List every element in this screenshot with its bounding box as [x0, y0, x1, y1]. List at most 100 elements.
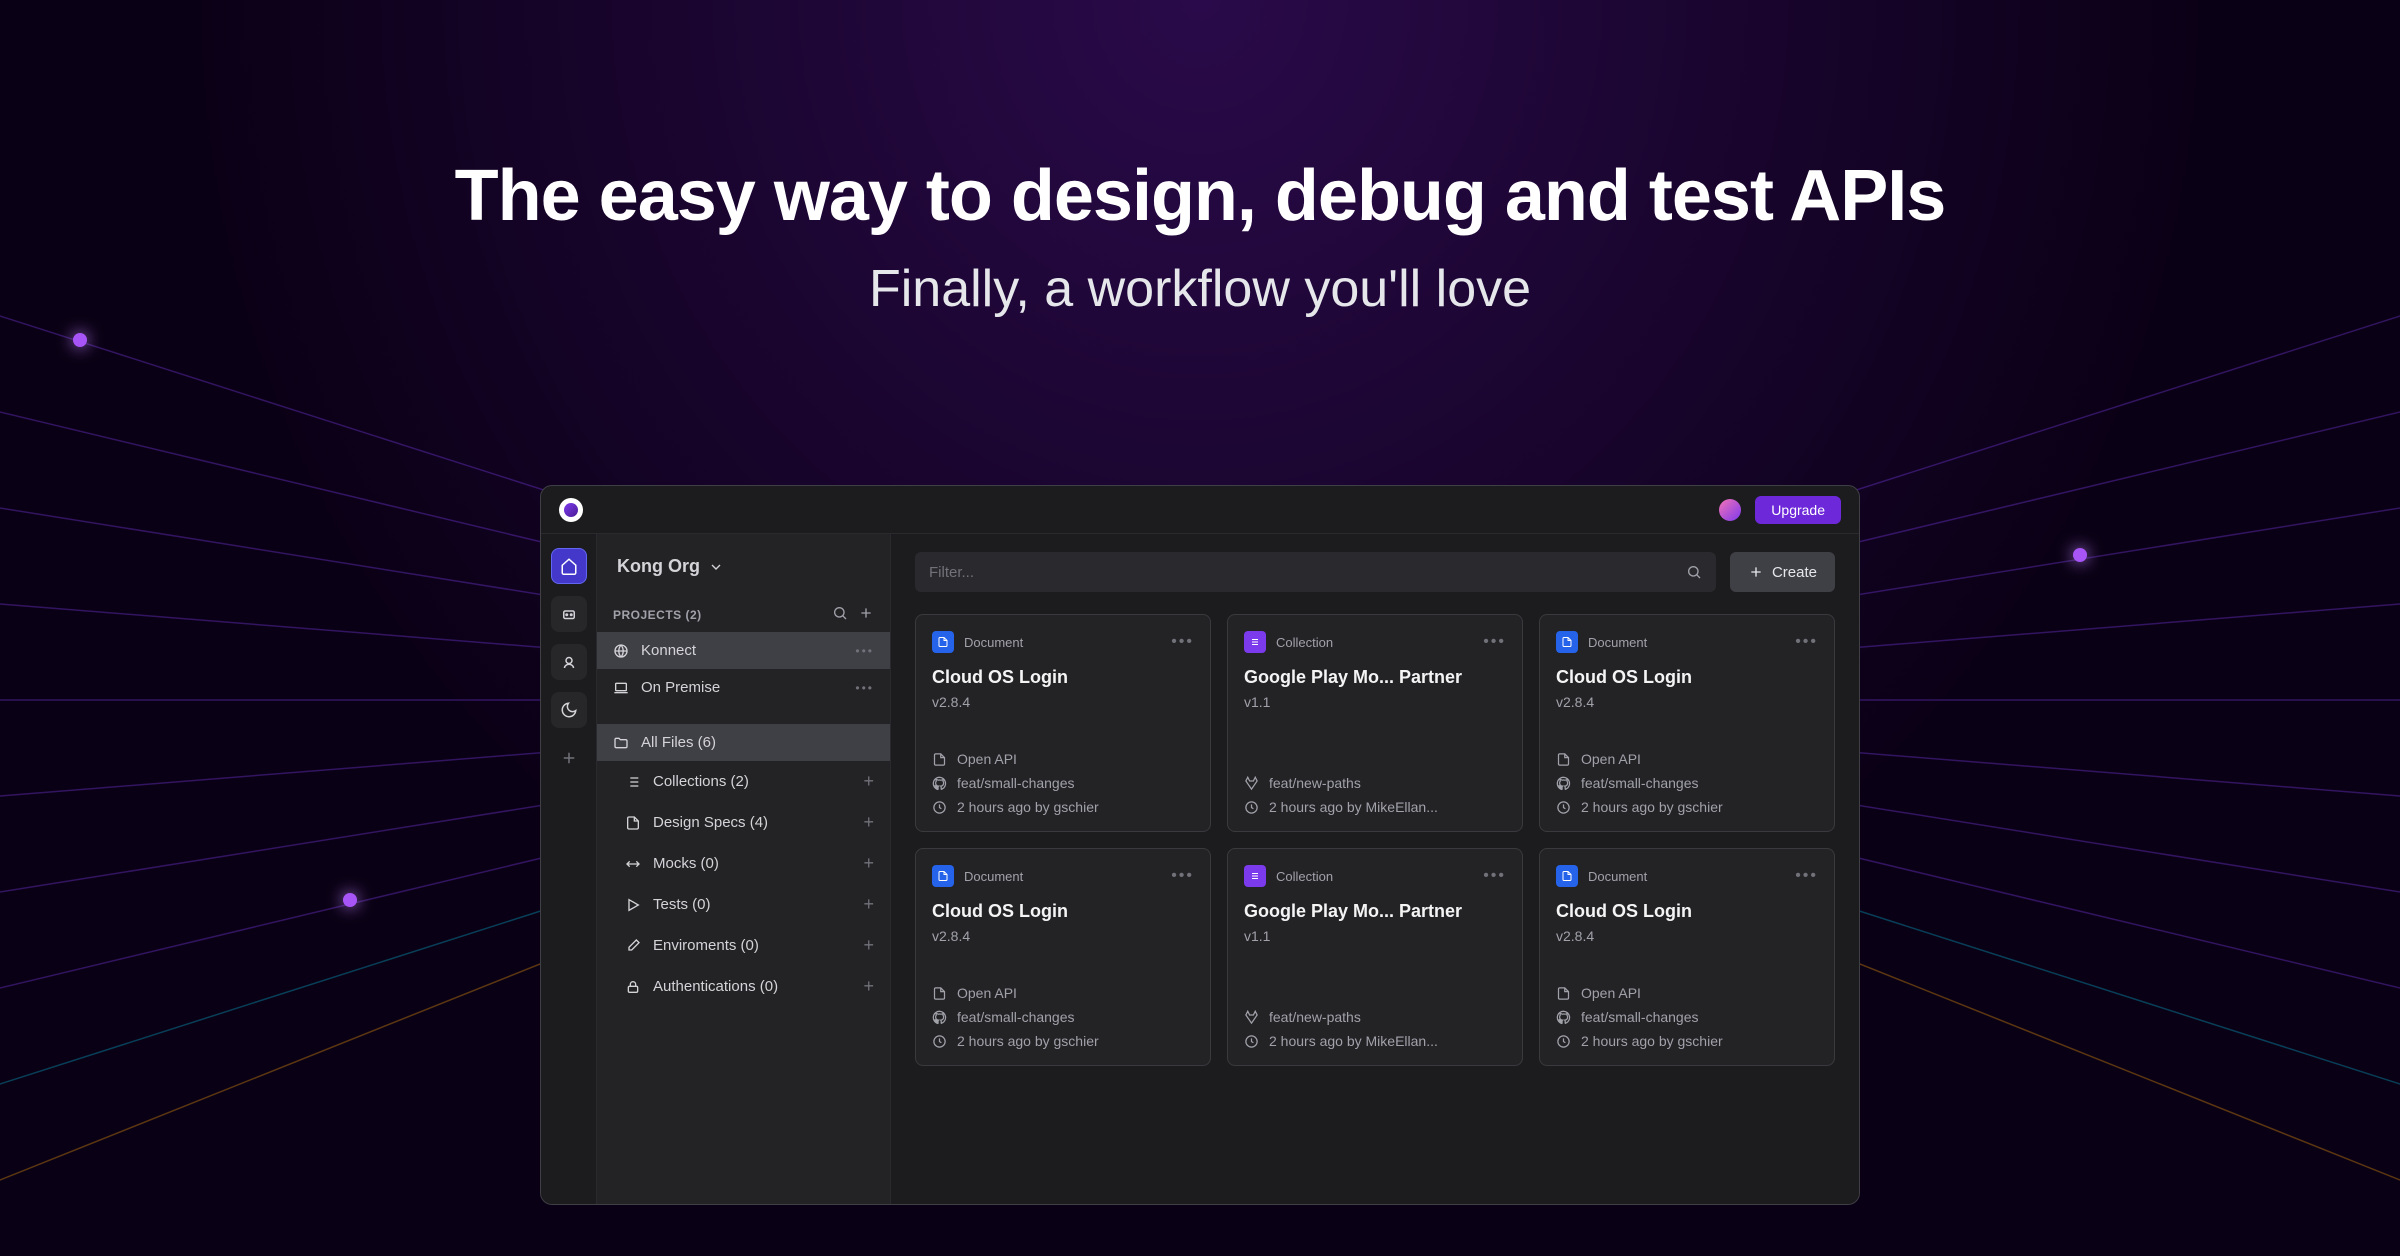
file-icon [932, 752, 947, 767]
file-icon [932, 986, 947, 1001]
github-icon [1556, 1010, 1571, 1025]
card-api-row: Open API [1556, 985, 1818, 1001]
section-label: Enviroments (0) [653, 937, 759, 954]
filter-input[interactable] [929, 564, 1686, 581]
card-api-row: Open API [1556, 751, 1818, 767]
document-icon [932, 631, 954, 653]
main-content: Create Document ••• Cloud OS Login v2.8.… [891, 534, 1859, 1204]
sidebar-project-item[interactable]: On Premise ••• [597, 669, 890, 706]
edit-icon [625, 938, 641, 954]
clock-icon [1556, 800, 1571, 815]
hero-subtitle: Finally, a workflow you'll love [0, 259, 2400, 319]
search-icon [832, 605, 848, 621]
projects-search[interactable] [832, 605, 848, 624]
file-card[interactable]: Document ••• Cloud OS Login v2.8.4 Open … [915, 614, 1211, 832]
card-menu[interactable]: ••• [1483, 633, 1506, 651]
upgrade-button[interactable]: Upgrade [1755, 496, 1841, 524]
section-add[interactable]: + [863, 976, 874, 997]
rail-workspace[interactable] [551, 644, 587, 680]
section-label: Collections (2) [653, 773, 749, 790]
file-card[interactable]: Document ••• Cloud OS Login v2.8.4 Open … [915, 848, 1211, 1066]
file-icon [625, 815, 641, 831]
section-add[interactable]: + [863, 935, 874, 956]
card-grid: Document ••• Cloud OS Login v2.8.4 Open … [915, 614, 1835, 1066]
card-time-row: 2 hours ago by gschier [932, 1033, 1194, 1049]
rail-theme[interactable] [551, 692, 587, 728]
card-time-row: 2 hours ago by gschier [1556, 799, 1818, 815]
sidebar: Kong Org PROJECTS (2) Konnect•••On Premi… [597, 534, 891, 1204]
github-icon [932, 776, 947, 791]
section-label: Tests (0) [653, 896, 711, 913]
github-icon [932, 1010, 947, 1025]
rail-bot[interactable] [551, 596, 587, 632]
chevron-down-icon [708, 559, 724, 575]
file-card[interactable]: Document ••• Cloud OS Login v2.8.4 Open … [1539, 614, 1835, 832]
projects-add[interactable] [858, 605, 874, 624]
collection-icon [1244, 631, 1266, 653]
sidebar-section-item[interactable]: Enviroments (0) + [597, 925, 890, 966]
card-time-row: 2 hours ago by gschier [1556, 1033, 1818, 1049]
card-menu[interactable]: ••• [1795, 867, 1818, 885]
card-version: v2.8.4 [1556, 928, 1818, 944]
project-menu[interactable]: ••• [855, 681, 874, 695]
org-switcher[interactable]: Kong Org [597, 550, 890, 597]
section-label: Authentications (0) [653, 978, 778, 995]
section-add[interactable]: + [863, 894, 874, 915]
rail-add[interactable] [551, 740, 587, 776]
github-icon [1556, 776, 1571, 791]
hero-title: The easy way to design, debug and test A… [0, 155, 2400, 237]
project-name: On Premise [641, 679, 720, 696]
card-version: v2.8.4 [932, 694, 1194, 710]
project-menu[interactable]: ••• [855, 644, 874, 658]
sidebar-project-item[interactable]: Konnect••• [597, 632, 890, 669]
card-title: Cloud OS Login [1556, 667, 1818, 688]
sidebar-section-item[interactable]: Design Specs (4) + [597, 802, 890, 843]
card-time-row: 2 hours ago by MikeEllan... [1244, 799, 1506, 815]
rail-home[interactable] [551, 548, 587, 584]
create-button[interactable]: Create [1730, 552, 1835, 592]
sidebar-all-files[interactable]: All Files (6) [597, 724, 890, 761]
content-toolbar: Create [915, 552, 1835, 592]
card-branch-row: feat/small-changes [1556, 1009, 1818, 1025]
plus-icon [858, 605, 874, 621]
card-branch-row: feat/small-changes [932, 1009, 1194, 1025]
card-branch-row: feat/small-changes [1556, 775, 1818, 791]
section-label: Mocks (0) [653, 855, 719, 872]
file-card[interactable]: Collection ••• Google Play Mo... Partner… [1227, 614, 1523, 832]
card-type-label: Document [964, 869, 1023, 884]
plus-icon [1748, 564, 1764, 580]
card-menu[interactable]: ••• [1171, 867, 1194, 885]
avatar[interactable] [1719, 499, 1741, 521]
section-label: Design Specs (4) [653, 814, 768, 831]
card-menu[interactable]: ••• [1171, 633, 1194, 651]
sidebar-section-item[interactable]: Collections (2) + [597, 761, 890, 802]
clock-icon [1244, 800, 1259, 815]
plus-icon [560, 749, 578, 767]
sidebar-section-item[interactable]: Tests (0) + [597, 884, 890, 925]
clock-icon [1556, 1034, 1571, 1049]
card-version: v1.1 [1244, 694, 1506, 710]
sidebar-section-item[interactable]: Authentications (0) + [597, 966, 890, 1007]
section-add[interactable]: + [863, 771, 874, 792]
card-title: Google Play Mo... Partner [1244, 667, 1506, 688]
section-add[interactable]: + [863, 853, 874, 874]
file-card[interactable]: Document ••• Cloud OS Login v2.8.4 Open … [1539, 848, 1835, 1066]
app-window: Upgrade Kong Org [540, 485, 1860, 1205]
home-icon [560, 557, 578, 575]
card-branch-row: feat/new-paths [1244, 1009, 1506, 1025]
file-card[interactable]: Collection ••• Google Play Mo... Partner… [1227, 848, 1523, 1066]
moon-icon [560, 701, 578, 719]
section-add[interactable]: + [863, 812, 874, 833]
sidebar-section-item[interactable]: Mocks (0) + [597, 843, 890, 884]
card-version: v1.1 [1244, 928, 1506, 944]
card-type-label: Collection [1276, 869, 1333, 884]
card-type-label: Collection [1276, 635, 1333, 650]
titlebar: Upgrade [541, 486, 1859, 534]
card-menu[interactable]: ••• [1483, 867, 1506, 885]
org-name: Kong Org [617, 556, 700, 577]
document-icon [932, 865, 954, 887]
card-type-label: Document [1588, 869, 1647, 884]
card-title: Google Play Mo... Partner [1244, 901, 1506, 922]
card-menu[interactable]: ••• [1795, 633, 1818, 651]
card-title: Cloud OS Login [1556, 901, 1818, 922]
